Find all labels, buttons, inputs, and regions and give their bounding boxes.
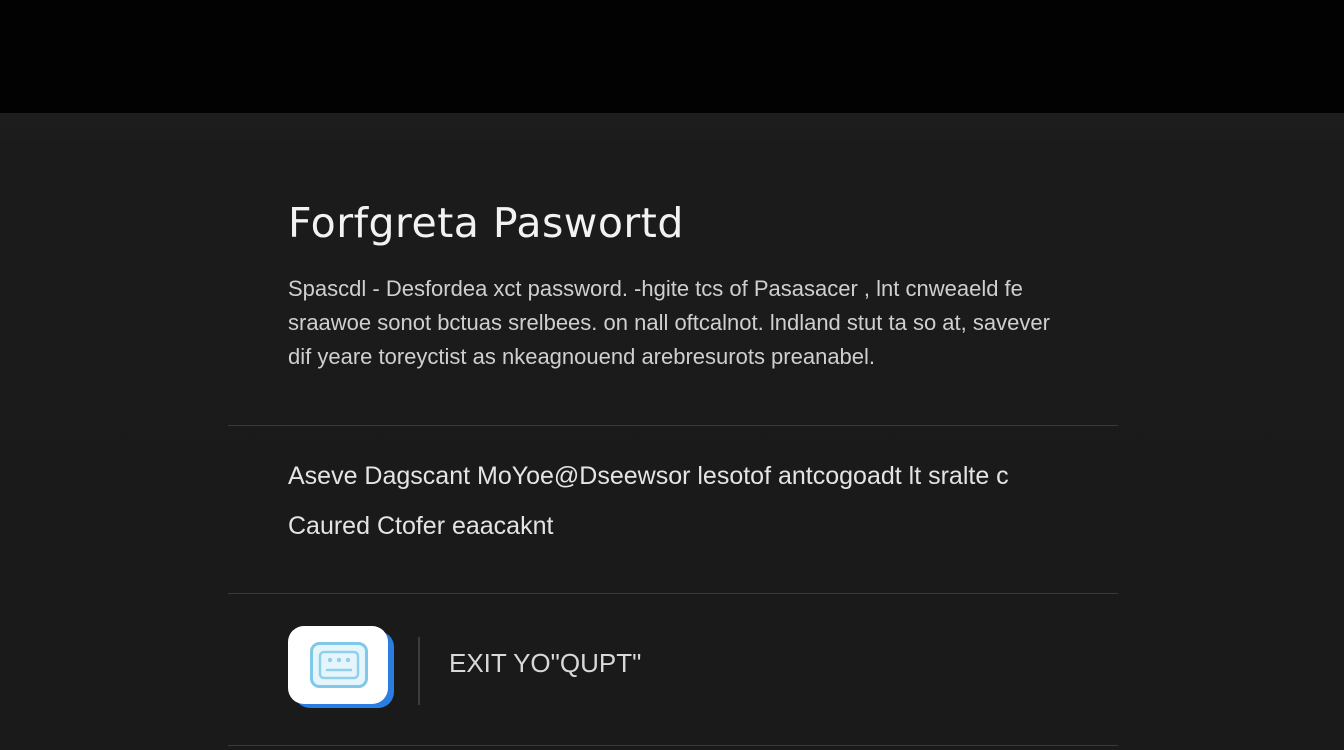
divider: [228, 745, 1118, 746]
divider: [228, 593, 1118, 594]
app-window-glyph-icon: [310, 642, 368, 688]
vertical-separator: [418, 637, 420, 705]
option-create-account-link[interactable]: Caured Ctofer eaacaknt: [288, 512, 553, 541]
description-line: sraawoe sonot bctuas srelbees. on nall o…: [288, 310, 1050, 335]
divider: [228, 425, 1118, 426]
page-description: Spascdl - Desfordea xct password. -hgite…: [288, 272, 1108, 374]
page-title: Forfgreta Paswortd: [288, 199, 684, 247]
description-line: Spascdl - Desfordea xct password. -hgite…: [288, 276, 1023, 301]
app-window-icon[interactable]: [288, 626, 394, 708]
exit-button[interactable]: EXIT YO"QUPT": [449, 648, 641, 679]
option-reset-account-link[interactable]: Aseve Dagscant MoYoe@Dseewsor lesotof an…: [288, 462, 1009, 491]
description-line: dif yeare toreyctist as nkeagnouend areb…: [288, 344, 876, 369]
top-bar: [0, 0, 1344, 113]
